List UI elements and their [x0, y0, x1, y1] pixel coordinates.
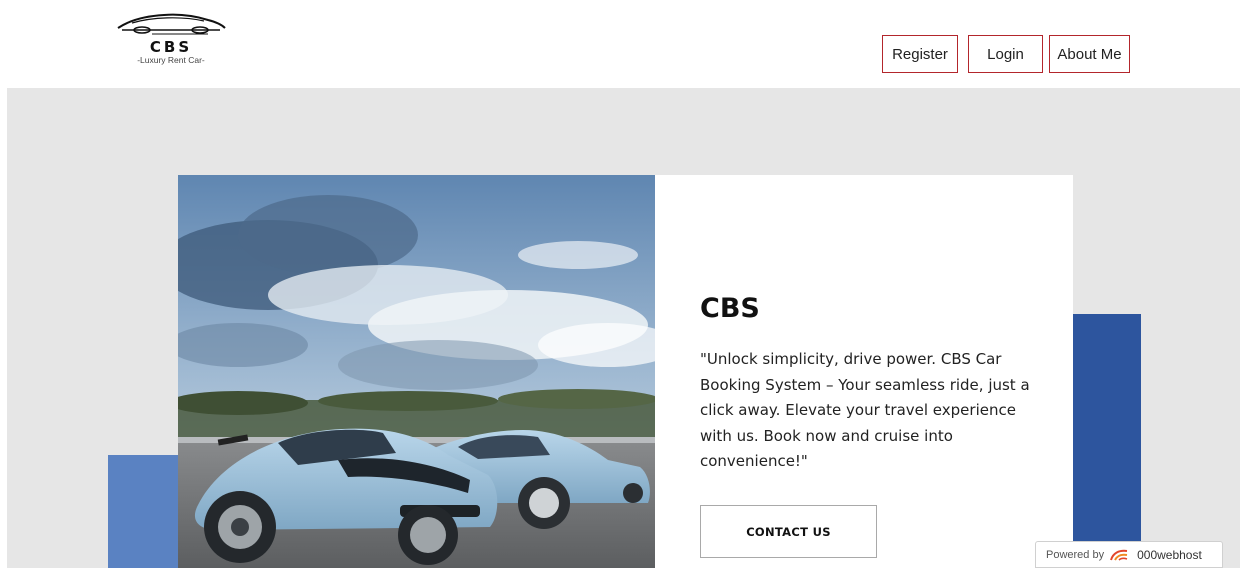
register-button[interactable]: Register: [882, 35, 958, 73]
logo-title: CBS: [149, 38, 193, 56]
powered-by-badge[interactable]: Powered by 000webhost: [1035, 541, 1223, 568]
contact-us-button[interactable]: CONTACT US: [700, 505, 877, 558]
login-button[interactable]: Login: [968, 35, 1043, 73]
decorative-block-right: [1073, 314, 1141, 568]
hero-car-image: [178, 175, 655, 568]
logo-tagline: -Luxury Rent Car-: [137, 55, 205, 65]
webhost-brand: 000webhost: [1137, 547, 1202, 562]
webhost-logo-icon: [1109, 548, 1129, 562]
powered-by-label: Powered by: [1046, 548, 1105, 561]
about-me-button[interactable]: About Me: [1049, 35, 1130, 73]
site-header: CBS -Luxury Rent Car- Register Login Abo…: [0, 0, 1240, 88]
hero-description: "Unlock simplicity, drive power. CBS Car…: [700, 350, 1030, 470]
hero-card: CBS "Unlock simplicity, drive power. CBS…: [655, 175, 1073, 568]
car-logo-icon: [117, 13, 226, 35]
decorative-block-left: [108, 455, 183, 568]
hero-title: CBS: [700, 293, 760, 324]
site-logo[interactable]: CBS -Luxury Rent Car-: [106, 6, 236, 66]
